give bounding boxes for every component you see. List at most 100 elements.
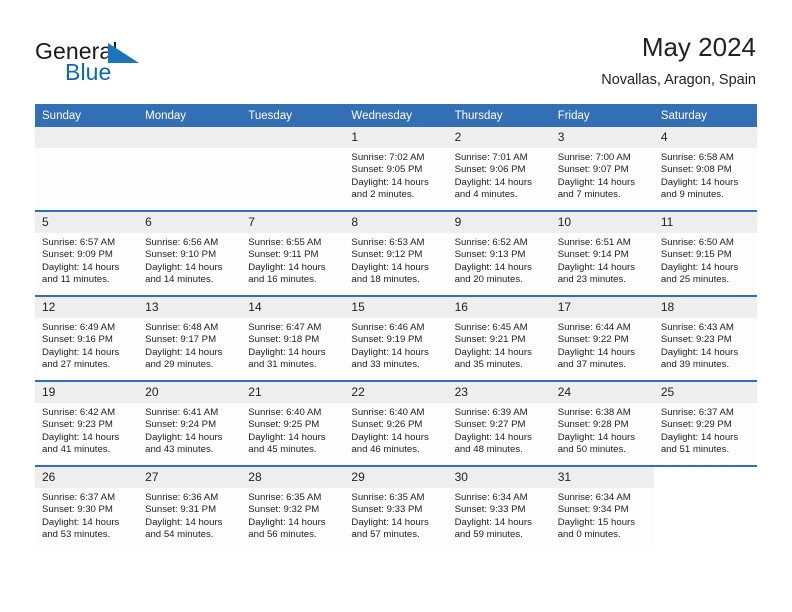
calendar-day-cell[interactable]: 9 Sunrise: 6:52 AM Sunset: 9:13 PM Daylight… bbox=[447, 210, 551, 296]
daylight-text-line1: Daylight: 14 hours bbox=[454, 516, 532, 528]
day-number: 16 bbox=[447, 297, 551, 318]
calendar-day-cell[interactable]: 20 Sunrise: 6:41 AM Sunset: 9:24 PM Dayligh… bbox=[138, 380, 242, 466]
calendar-body: 1 Sunrise: 7:02 AM Sunset: 9:05 PM Daylight… bbox=[35, 127, 757, 550]
calendar-day-cell[interactable]: 12 Sunrise: 6:49 AM Sunset: 9:16 PM Dayligh… bbox=[35, 295, 139, 381]
calendar-day-cell[interactable]: 31 Sunrise: 6:34 AM Sunset: 9:34 PM Dayligh… bbox=[550, 465, 654, 550]
daylight-text-line2: and 56 minutes. bbox=[248, 528, 317, 540]
daylight-text-line2: and 29 minutes. bbox=[145, 358, 214, 370]
daylight-text-line1: Daylight: 14 hours bbox=[351, 431, 429, 443]
day-number: 26 bbox=[35, 467, 139, 488]
sunrise-text: Sunrise: 6:39 AM bbox=[454, 407, 528, 418]
daylight-text-line2: and 27 minutes. bbox=[42, 358, 111, 370]
calendar-day-cell[interactable]: 2 Sunrise: 7:01 AM Sunset: 9:06 PM Daylight… bbox=[447, 127, 551, 211]
calendar-day-cell[interactable]: 17 Sunrise: 6:44 AM Sunset: 9:22 PM Dayligh… bbox=[550, 295, 654, 381]
sunrise-text: Sunrise: 6:51 AM bbox=[557, 237, 631, 248]
calendar-day-cell[interactable]: 30 Sunrise: 6:34 AM Sunset: 9:33 PM Dayligh… bbox=[447, 465, 551, 550]
calendar-day-cell[interactable]: 13 Sunrise: 6:48 AM Sunset: 9:17 PM Dayligh… bbox=[138, 295, 242, 381]
daylight-text-line2: and 35 minutes. bbox=[454, 358, 523, 370]
calendar-day-cell[interactable]: 28 Sunrise: 6:35 AM Sunset: 9:32 PM Dayligh… bbox=[241, 465, 345, 550]
daylight-text-line1: Daylight: 14 hours bbox=[145, 346, 223, 358]
day-details: Sunrise: 6:49 AM Sunset: 9:16 PM Daylight:… bbox=[35, 318, 138, 371]
daylight-text-line2: and 18 minutes. bbox=[351, 273, 420, 285]
day-number: 10 bbox=[550, 212, 654, 233]
calendar-day-cell[interactable]: 14 Sunrise: 6:47 AM Sunset: 9:18 PM Dayligh… bbox=[241, 295, 345, 381]
sunrise-text: Sunrise: 6:46 AM bbox=[351, 322, 425, 333]
sunset-text: Sunset: 9:33 PM bbox=[454, 504, 526, 516]
daylight-text-line2: and 11 minutes. bbox=[42, 273, 110, 285]
sunrise-text: Sunrise: 6:45 AM bbox=[454, 322, 528, 333]
calendar-day-cell[interactable]: 11 Sunrise: 6:50 AM Sunset: 9:15 PM Dayligh… bbox=[653, 210, 757, 296]
day-details: Sunrise: 6:47 AM Sunset: 9:18 PM Daylight:… bbox=[241, 318, 344, 371]
calendar-day-cell[interactable]: 5 Sunrise: 6:57 AM Sunset: 9:09 PM Daylight… bbox=[35, 210, 139, 296]
calendar-day-cell[interactable]: 24 Sunrise: 6:38 AM Sunset: 9:28 PM Dayligh… bbox=[550, 380, 654, 466]
day-details: Sunrise: 6:50 AM Sunset: 9:15 PM Daylight:… bbox=[654, 233, 757, 286]
calendar-day-cell[interactable]: 4 Sunrise: 6:58 AM Sunset: 9:08 PM Daylight… bbox=[653, 127, 757, 211]
sunset-text: Sunset: 9:26 PM bbox=[351, 419, 423, 431]
daylight-text-line1: Daylight: 14 hours bbox=[42, 516, 120, 528]
day-details: Sunrise: 6:57 AM Sunset: 9:09 PM Daylight:… bbox=[35, 233, 138, 286]
daylight-text-line2: and 2 minutes. bbox=[351, 188, 415, 200]
sunset-text: Sunset: 9:07 PM bbox=[557, 164, 629, 176]
sunrise-text: Sunrise: 6:36 AM bbox=[145, 492, 219, 503]
calendar-day-cell[interactable]: 15 Sunrise: 6:46 AM Sunset: 9:19 PM Dayligh… bbox=[344, 295, 448, 381]
calendar-day-cell[interactable]: 1 Sunrise: 7:02 AM Sunset: 9:05 PM Daylight… bbox=[344, 127, 448, 211]
calendar-day-cell[interactable]: 21 Sunrise: 6:40 AM Sunset: 9:25 PM Dayligh… bbox=[241, 380, 345, 466]
calendar-day-cell[interactable]: 10 Sunrise: 6:51 AM Sunset: 9:14 PM Dayligh… bbox=[550, 210, 654, 296]
calendar-day-cell[interactable]: 6 Sunrise: 6:56 AM Sunset: 9:10 PM Daylight… bbox=[138, 210, 242, 296]
sunset-text: Sunset: 9:09 PM bbox=[42, 249, 113, 261]
weekday-header-thursday: Thursday bbox=[447, 104, 551, 127]
daylight-text-line2: and 51 minutes. bbox=[660, 443, 730, 455]
daylight-text-line2: and 43 minutes. bbox=[145, 443, 214, 455]
sunset-text: Sunset: 9:24 PM bbox=[145, 419, 217, 431]
sunset-text: Sunset: 9:22 PM bbox=[557, 334, 629, 346]
calendar-day-cell[interactable]: 3 Sunrise: 7:00 AM Sunset: 9:07 PM Daylight… bbox=[550, 127, 654, 211]
calendar-day-cell[interactable]: 7 Sunrise: 6:55 AM Sunset: 9:11 PM Daylight… bbox=[241, 210, 345, 296]
sunset-text: Sunset: 9:25 PM bbox=[248, 419, 320, 431]
day-details: Sunrise: 6:58 AM Sunset: 9:08 PM Daylight:… bbox=[654, 148, 757, 201]
day-details: Sunrise: 6:44 AM Sunset: 9:22 PM Daylight:… bbox=[551, 318, 654, 371]
day-number: 1 bbox=[344, 127, 448, 148]
daylight-text-line2: and 53 minutes. bbox=[42, 528, 111, 540]
calendar-day-cell[interactable]: 16 Sunrise: 6:45 AM Sunset: 9:21 PM Dayligh… bbox=[447, 295, 551, 381]
daylight-text-line1: Daylight: 14 hours bbox=[557, 346, 636, 358]
sunrise-text: Sunrise: 6:57 AM bbox=[42, 237, 116, 248]
daylight-text-line2: and 25 minutes. bbox=[660, 273, 730, 285]
day-details: Sunrise: 6:48 AM Sunset: 9:17 PM Daylight:… bbox=[138, 318, 241, 371]
day-details: Sunrise: 7:00 AM Sunset: 9:07 PM Daylight:… bbox=[551, 148, 654, 201]
daylight-text-line1: Daylight: 14 hours bbox=[248, 431, 326, 443]
daylight-text-line1: Daylight: 14 hours bbox=[454, 431, 532, 443]
calendar-day-cell[interactable]: 25 Sunrise: 6:37 AM Sunset: 9:29 PM Dayligh… bbox=[653, 380, 757, 466]
daylight-text-line1: Daylight: 14 hours bbox=[660, 176, 739, 188]
calendar-header-row: Sunday Monday Tuesday Wednesday Thursday… bbox=[35, 104, 757, 127]
calendar-week-row: 12 Sunrise: 6:49 AM Sunset: 9:16 PM Dayligh… bbox=[35, 295, 757, 381]
calendar-day-cell[interactable]: 8 Sunrise: 6:53 AM Sunset: 9:12 PM Daylight… bbox=[344, 210, 448, 296]
sunrise-text: Sunrise: 6:41 AM bbox=[145, 407, 219, 418]
daylight-text-line2: and 46 minutes. bbox=[351, 443, 420, 455]
brand-logo[interactable]: General Blue bbox=[35, 38, 275, 90]
daylight-text-line1: Daylight: 14 hours bbox=[145, 261, 223, 273]
daylight-text-line1: Daylight: 14 hours bbox=[42, 346, 120, 358]
calendar-day-cell[interactable]: 22 Sunrise: 6:40 AM Sunset: 9:26 PM Dayligh… bbox=[344, 380, 448, 466]
daylight-text-line2: and 7 minutes. bbox=[557, 188, 621, 200]
sunrise-text: Sunrise: 6:34 AM bbox=[557, 492, 631, 503]
daylight-text-line2: and 45 minutes. bbox=[248, 443, 317, 455]
day-number: 30 bbox=[447, 467, 551, 488]
day-details: Sunrise: 7:01 AM Sunset: 9:06 PM Daylight:… bbox=[448, 148, 551, 201]
calendar-day-cell[interactable]: 18 Sunrise: 6:43 AM Sunset: 9:23 PM Dayligh… bbox=[653, 295, 757, 381]
day-details: Sunrise: 6:34 AM Sunset: 9:34 PM Daylight:… bbox=[551, 488, 654, 541]
sunset-text: Sunset: 9:11 PM bbox=[248, 249, 319, 261]
calendar-day-cell[interactable]: 29 Sunrise: 6:35 AM Sunset: 9:33 PM Dayligh… bbox=[344, 465, 448, 550]
sunset-text: Sunset: 9:15 PM bbox=[660, 249, 732, 261]
calendar-day-cell[interactable]: 23 Sunrise: 6:39 AM Sunset: 9:27 PM Dayligh… bbox=[447, 380, 551, 466]
sunrise-text: Sunrise: 7:01 AM bbox=[454, 152, 528, 163]
daylight-text-line1: Daylight: 14 hours bbox=[145, 516, 223, 528]
calendar-day-cell[interactable]: 26 Sunrise: 6:37 AM Sunset: 9:30 PM Dayligh… bbox=[35, 465, 139, 550]
sunrise-text: Sunrise: 6:56 AM bbox=[145, 237, 219, 248]
calendar-day-cell[interactable]: 27 Sunrise: 6:36 AM Sunset: 9:31 PM Dayligh… bbox=[138, 465, 242, 550]
daylight-text-line2: and 57 minutes. bbox=[351, 528, 420, 540]
sunset-text: Sunset: 9:10 PM bbox=[145, 249, 217, 261]
sunset-text: Sunset: 9:16 PM bbox=[42, 334, 113, 346]
day-number: 31 bbox=[550, 467, 654, 488]
daylight-text-line2: and 39 minutes. bbox=[660, 358, 730, 370]
calendar-day-cell[interactable]: 19 Sunrise: 6:42 AM Sunset: 9:23 PM Dayligh… bbox=[35, 380, 139, 466]
